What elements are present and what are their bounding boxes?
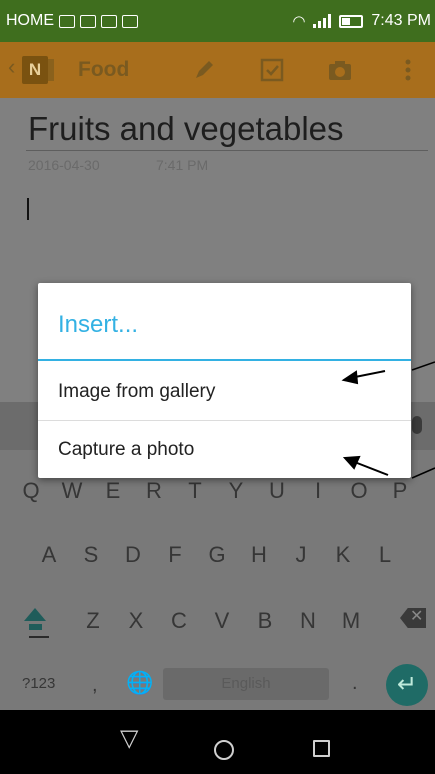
key-j[interactable]: J [286,542,316,568]
key-z[interactable]: Z [78,608,108,634]
text-cursor [27,198,29,220]
microphone-icon[interactable] [412,416,422,434]
key-i[interactable]: I [303,478,333,504]
symbols-key[interactable]: ?123 [22,675,55,692]
enter-icon[interactable]: ↵ [386,664,428,706]
key-b[interactable]: B [250,608,280,634]
status-bar: HOME ◠ 7:43 PM [0,0,435,42]
key-o[interactable]: O [344,478,374,504]
mail-notification-icon [122,14,138,28]
note-title[interactable]: Fruits and vegetables [28,110,344,148]
key-m[interactable]: M [336,608,366,634]
overflow-menu-icon[interactable] [394,56,422,84]
globe-icon[interactable]: 🌐 [126,670,153,696]
key-r[interactable]: R [139,478,169,504]
capture-photo-option[interactable]: Capture a photo [38,421,411,478]
key-a[interactable]: A [34,542,64,568]
back-triangle-icon[interactable]: ▽ [120,724,138,753]
carrier-label: HOME [6,12,54,29]
key-c[interactable]: C [164,608,194,634]
key-y[interactable]: Y [221,478,251,504]
key-d[interactable]: D [118,542,148,568]
note-time: 7:41 PM [156,157,209,173]
key-k[interactable]: K [328,542,358,568]
dialog-title-divider [38,359,411,361]
image-notification-icon [80,14,96,28]
key-q[interactable]: Q [16,478,46,504]
space-key[interactable]: English [163,668,329,700]
key-g[interactable]: G [202,542,232,568]
key-w[interactable]: W [57,478,87,504]
key-u[interactable]: U [262,478,292,504]
battery-icon [339,14,364,28]
mail-notification-icon [101,14,117,28]
note-date: 2016-04-30 [28,157,100,173]
insert-dialog: Insert... Image from gallery Capture a p… [38,283,411,478]
status-right: ◠ 7:43 PM [292,0,431,42]
app-bar: ‹ N Food [0,42,435,98]
onenote-logo-icon: N [22,56,54,84]
key-p[interactable]: P [385,478,415,504]
notebook-title[interactable]: Food [78,58,129,82]
shift-icon-stem [29,624,42,630]
dialog-title: Insert... [58,311,139,338]
period-key[interactable]: . [352,672,358,695]
image-from-gallery-option[interactable]: Image from gallery [38,363,411,420]
key-n[interactable]: N [293,608,323,634]
key-s[interactable]: S [76,542,106,568]
key-f[interactable]: F [160,542,190,568]
camera-icon[interactable] [326,56,354,84]
status-time: 7:43 PM [371,12,431,29]
title-divider [26,150,428,151]
shift-icon[interactable] [24,608,46,621]
keyboard-notification-icon [59,14,75,28]
signal-icon [313,14,332,28]
comma-key[interactable]: , [92,674,98,697]
recents-square-icon[interactable] [313,740,330,757]
key-l[interactable]: L [370,542,400,568]
shift-lock-indicator [29,636,49,638]
key-x[interactable]: X [121,608,151,634]
key-e[interactable]: E [98,478,128,504]
home-circle-icon[interactable] [214,740,234,760]
back-chevron-icon[interactable]: ‹ [8,54,15,80]
key-h[interactable]: H [244,542,274,568]
pencil-icon[interactable] [190,56,218,84]
checkbox-icon[interactable] [258,56,286,84]
backspace-x-icon: ✕ [410,608,424,625]
key-t[interactable]: T [180,478,210,504]
wifi-icon: ◠ [292,13,306,30]
status-left: HOME [6,0,138,42]
key-v[interactable]: V [207,608,237,634]
